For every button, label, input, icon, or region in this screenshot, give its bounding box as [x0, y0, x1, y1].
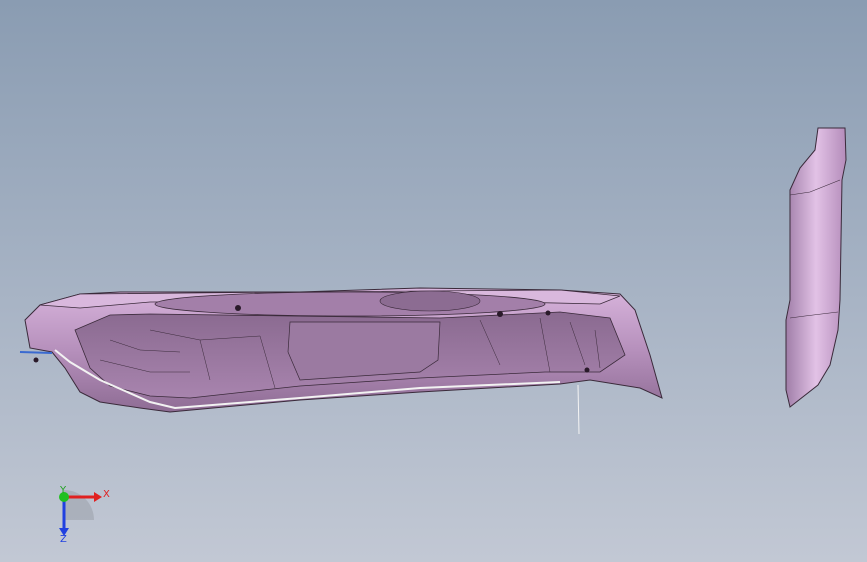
model-view[interactable]: X Y Z: [0, 0, 867, 562]
triad-x-arrow: [94, 492, 102, 502]
bumper-part-main[interactable]: [19, 287, 663, 435]
triad-y-label: Y: [59, 485, 67, 496]
triad-z-label: Z: [60, 534, 67, 545]
triad-shadow: [64, 490, 94, 520]
graphics-viewport[interactable]: X Y Z: [0, 0, 867, 562]
bumper-part-side[interactable]: [785, 127, 847, 408]
reference-triad: X Y Z: [59, 485, 110, 545]
triad-x-label: X: [103, 489, 110, 500]
